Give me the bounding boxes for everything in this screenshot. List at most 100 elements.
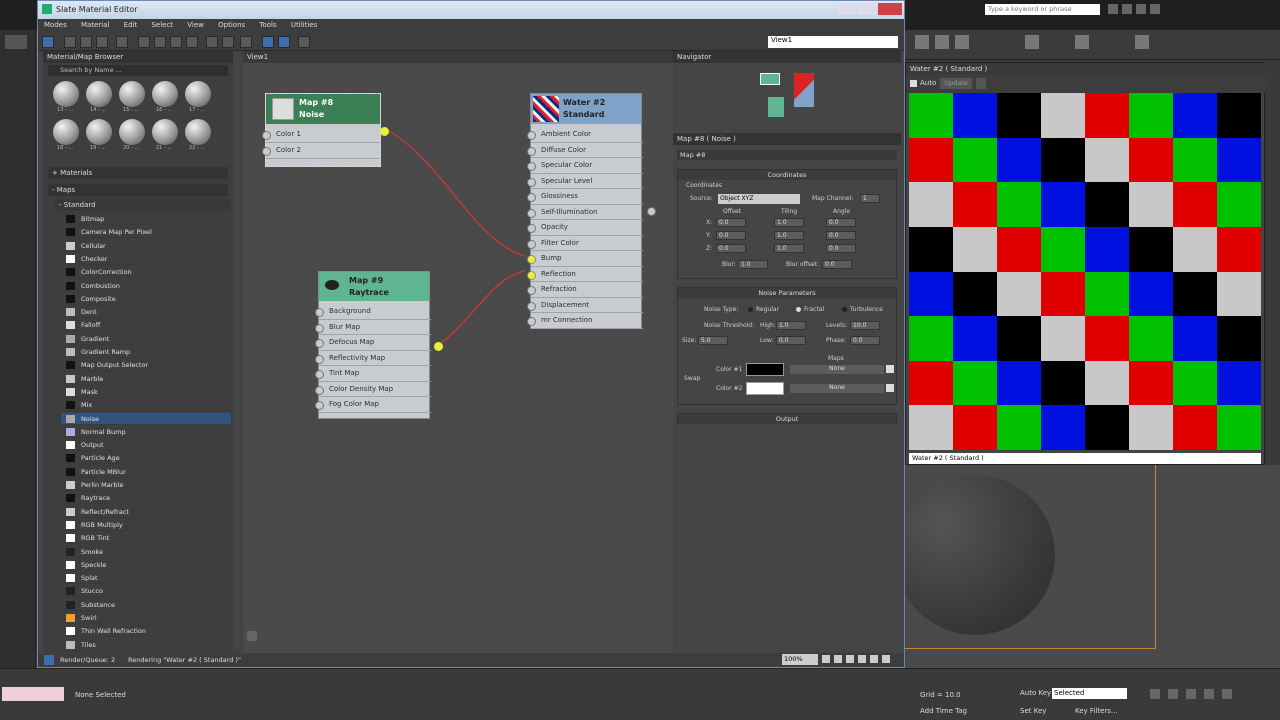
map-list-item[interactable]: Speckle xyxy=(61,558,231,571)
play-icon[interactable] xyxy=(1186,689,1196,699)
map-list-item[interactable]: Swirl xyxy=(61,612,231,624)
map-list-item[interactable]: Gradient Ramp xyxy=(61,346,231,358)
blur-spinner[interactable]: 1.0 xyxy=(738,260,768,269)
noise-rollout-header[interactable]: Noise Parameters xyxy=(678,288,896,298)
viewport-perspective[interactable] xyxy=(895,465,1280,670)
map-list-item[interactable]: Bitmap xyxy=(61,213,231,225)
help-icon[interactable] xyxy=(1150,4,1160,14)
water-slot[interactable]: mr Connection xyxy=(527,313,643,329)
sample-slot-sphere[interactable] xyxy=(185,81,211,107)
node-raytrace[interactable]: Map #9 Raytrace Background Blur Map Defocu… xyxy=(315,271,443,419)
offset-y-spinner[interactable]: 0.0 xyxy=(716,231,746,240)
sample-slot-sphere[interactable] xyxy=(86,119,112,145)
add-time-tag-button[interactable]: Add Time Tag xyxy=(920,707,967,715)
star-icon[interactable] xyxy=(1136,4,1146,14)
eye-icon[interactable] xyxy=(325,280,339,290)
map-list-item[interactable]: Falloff xyxy=(61,319,231,332)
zoom-icon[interactable] xyxy=(822,655,830,663)
map-list-item[interactable]: Camera Map Per Pixel xyxy=(61,226,231,239)
map-list-item[interactable]: Tiles xyxy=(61,638,231,651)
angle-x-spinner[interactable]: 0.0 xyxy=(826,218,856,227)
map-list-item[interactable]: Combustion xyxy=(61,279,231,292)
map-list-item[interactable]: Particle Age xyxy=(61,452,231,465)
map-list-item[interactable]: RGB Multiply xyxy=(61,518,231,531)
pick-material-icon[interactable] xyxy=(64,36,76,48)
angle-y-spinner[interactable]: 0.0 xyxy=(826,231,856,240)
map-list-item[interactable]: Raytrace xyxy=(61,492,231,505)
layout-children-icon[interactable] xyxy=(222,36,234,48)
go-end-icon[interactable] xyxy=(1222,689,1232,699)
search-icon[interactable] xyxy=(1108,4,1118,14)
color2-map-button[interactable]: None xyxy=(790,384,884,393)
preview-material-select[interactable]: Water #2 ( Standard ) xyxy=(909,453,1261,464)
map-list-item[interactable]: RGB Tint xyxy=(61,532,231,545)
maps-section[interactable]: - Maps xyxy=(48,184,228,196)
noise-output-socket[interactable] xyxy=(380,127,389,136)
color1-map-checkbox[interactable] xyxy=(886,365,894,373)
search-input[interactable]: Type a keyword or phrase xyxy=(985,4,1100,15)
node-water[interactable]: Water #2 Standard Ambient Color Diffuse C… xyxy=(527,93,656,329)
source-select[interactable]: Object XYZ xyxy=(718,194,800,204)
sample-slot-sphere[interactable] xyxy=(53,81,79,107)
render-frame-icon[interactable] xyxy=(955,35,969,49)
node-view[interactable]: View1 Map #8 Noise Color 1 Color 2 Map #… xyxy=(243,51,708,656)
water-slot[interactable]: Displacement xyxy=(527,298,643,313)
map-list-item[interactable]: Map Output Selector xyxy=(61,359,231,372)
menu-material[interactable]: Material xyxy=(75,19,115,31)
hide-unused-icon[interactable] xyxy=(154,36,166,48)
prev-frame-icon[interactable] xyxy=(1168,689,1178,699)
navigator-panel[interactable]: Navigator xyxy=(673,51,901,131)
water-output-socket[interactable] xyxy=(647,207,656,216)
sample-slot-sphere[interactable] xyxy=(152,119,178,145)
slot-color-1[interactable]: Color 1 xyxy=(262,127,380,143)
update-button[interactable]: Update xyxy=(940,78,972,89)
delete-icon[interactable] xyxy=(116,36,128,48)
raytrace-slot[interactable]: Blur Map xyxy=(315,320,431,335)
select-tool-icon[interactable] xyxy=(42,36,54,48)
select-icon[interactable] xyxy=(5,35,27,49)
material-editor-icon[interactable] xyxy=(935,35,949,49)
blur-offset-spinner[interactable]: 0.0 xyxy=(822,260,852,269)
close-icon[interactable] xyxy=(878,3,902,15)
sample-slot-sphere[interactable] xyxy=(86,81,112,107)
angle-z-spinner[interactable]: 0.0 xyxy=(826,244,856,253)
key-filters-button[interactable]: Key Filters... xyxy=(1075,707,1118,715)
map-channel-spinner[interactable]: 1 xyxy=(860,194,880,203)
raytrace-output-socket[interactable] xyxy=(434,342,443,351)
menu-select[interactable]: Select xyxy=(145,19,179,31)
map-list-item[interactable]: Particle MBlur xyxy=(61,465,231,478)
map-list-item[interactable]: Thin Wall Refraction xyxy=(61,625,231,638)
zoom-extents-icon[interactable] xyxy=(858,655,866,663)
move-children-icon[interactable] xyxy=(138,36,150,48)
pan-view-icon[interactable] xyxy=(834,655,842,663)
map-list-item[interactable]: ColorCorrection xyxy=(61,266,231,279)
node-raytrace-header[interactable]: Map #9 Raytrace xyxy=(319,272,429,301)
levels-spinner[interactable]: 10.0 xyxy=(850,321,880,330)
water-slot[interactable]: Diffuse Color xyxy=(527,143,643,158)
materials-section[interactable]: + Materials xyxy=(48,167,228,179)
map-list-item[interactable]: Dent xyxy=(61,306,231,319)
water-slot[interactable]: Specular Color xyxy=(527,158,643,174)
raytrace-slot[interactable]: Fog Color Map xyxy=(315,397,431,413)
color2-swatch[interactable] xyxy=(746,382,784,395)
offset-z-spinner[interactable]: 0.0 xyxy=(716,244,746,253)
coordinates-rollout-header[interactable]: Coordinates xyxy=(678,170,896,180)
preview-options-icon[interactable] xyxy=(976,78,986,89)
map-list-item[interactable]: Composite xyxy=(61,292,231,305)
node-water-header[interactable]: Water #2 Standard xyxy=(531,94,641,124)
map-list-item[interactable]: Noise xyxy=(61,412,231,425)
tiling-y-spinner[interactable]: 1.0 xyxy=(774,231,804,240)
map-list-item[interactable]: Gradient xyxy=(61,332,231,345)
water-slot[interactable]: Specular Level xyxy=(527,174,643,189)
output-rollout-header[interactable]: Output xyxy=(678,414,896,424)
map-list-item[interactable]: Perlin Marble xyxy=(61,479,231,491)
tiling-z-spinner[interactable]: 1.0 xyxy=(774,244,804,253)
offset-x-spinner[interactable]: 0.0 xyxy=(716,218,746,227)
color1-map-button[interactable]: None xyxy=(790,365,884,374)
pan-to-selected-icon[interactable] xyxy=(882,655,890,663)
auto-key-button[interactable]: Auto Key xyxy=(1020,689,1051,697)
show-map-icon[interactable] xyxy=(170,36,182,48)
maxscript-listener[interactable] xyxy=(2,687,64,701)
raytrace-slot[interactable]: Background xyxy=(315,304,431,320)
render-icon[interactable] xyxy=(1025,35,1039,49)
